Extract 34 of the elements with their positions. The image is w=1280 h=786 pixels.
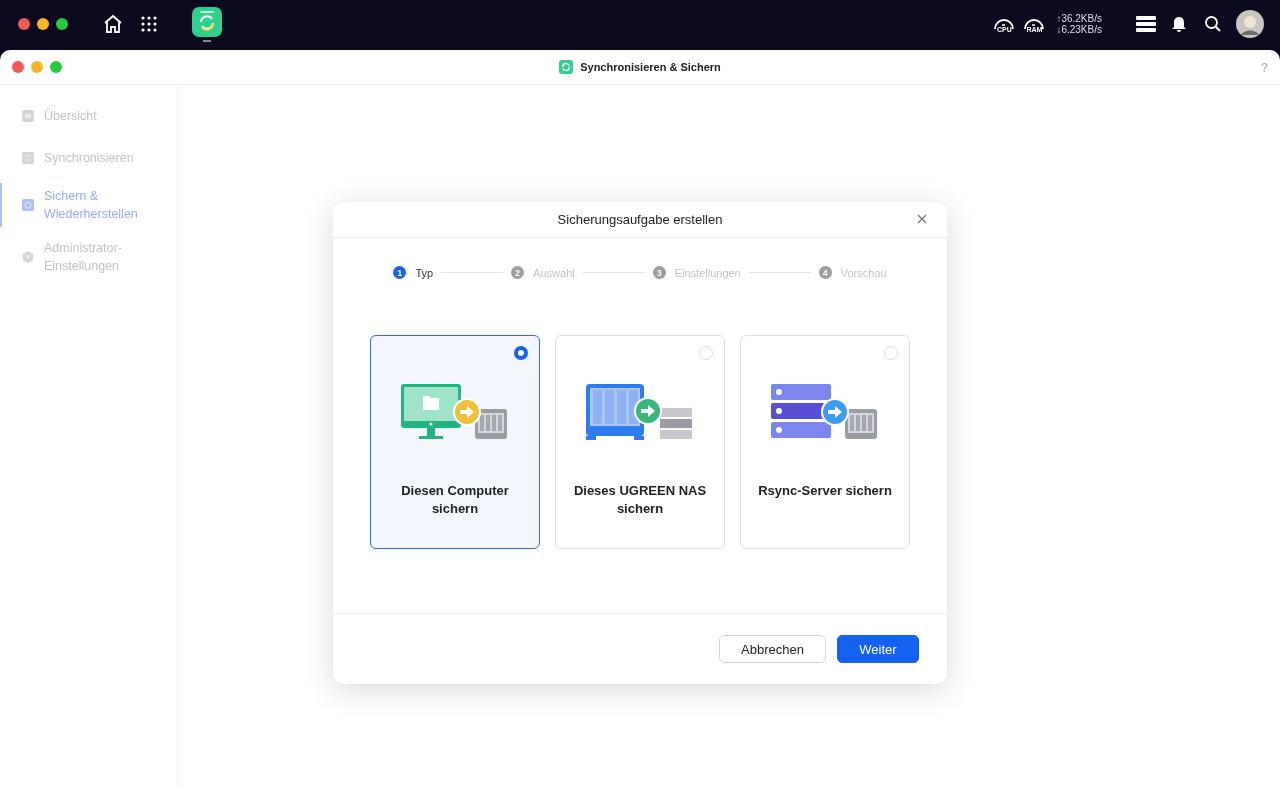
download-speed: ↓6.23KB/s [1056, 24, 1102, 35]
option-card[interactable]: Rsync-Server sichern [740, 335, 910, 549]
dialog-title: Sicherungsaufgabe erstellen [557, 212, 723, 227]
wizard-step: 3 Einstellungen [652, 266, 741, 279]
option-label: Diesen Computer sichern [400, 482, 510, 518]
wizard-step: 2 Auswahl [511, 266, 575, 279]
option-card[interactable]: Diesen Computer sichern [370, 335, 540, 549]
window-title: Synchronisieren & Sichern [580, 61, 721, 73]
next-button[interactable]: Weiter [837, 635, 919, 663]
hexagon-icon [21, 250, 35, 264]
square-icon [21, 151, 35, 165]
window-control-icon[interactable] [18, 18, 30, 30]
window-control-icon[interactable] [56, 18, 68, 30]
search-icon[interactable] [1204, 15, 1222, 33]
avatar-icon[interactable] [1236, 10, 1264, 38]
cancel-button[interactable]: Abbrechen [719, 635, 826, 663]
app-grid-icon[interactable] [140, 15, 158, 33]
home-icon[interactable] [102, 13, 124, 35]
server-list-icon[interactable] [1136, 16, 1156, 32]
sync-app-icon [559, 60, 574, 74]
wizard-step: 1 Typ [393, 266, 434, 279]
wizard-step: 4 Vorschau [818, 266, 887, 279]
radio-button[interactable] [514, 346, 528, 360]
sync-app-icon[interactable] [192, 6, 222, 37]
option-label: Dieses UGREEN NAS sichern [572, 482, 708, 518]
bell-icon[interactable] [1170, 15, 1188, 33]
square-icon [21, 109, 35, 123]
active-indicator-icon [203, 39, 211, 42]
close-icon[interactable] [917, 214, 927, 224]
option-card[interactable]: Dieses UGREEN NAS sichern [555, 335, 725, 549]
window-control-icon[interactable] [37, 18, 49, 30]
square-icon [21, 198, 35, 212]
upload-speed: ↑36.2KB/s [1056, 13, 1102, 24]
option-label: Rsync-Server sichern [757, 482, 893, 500]
